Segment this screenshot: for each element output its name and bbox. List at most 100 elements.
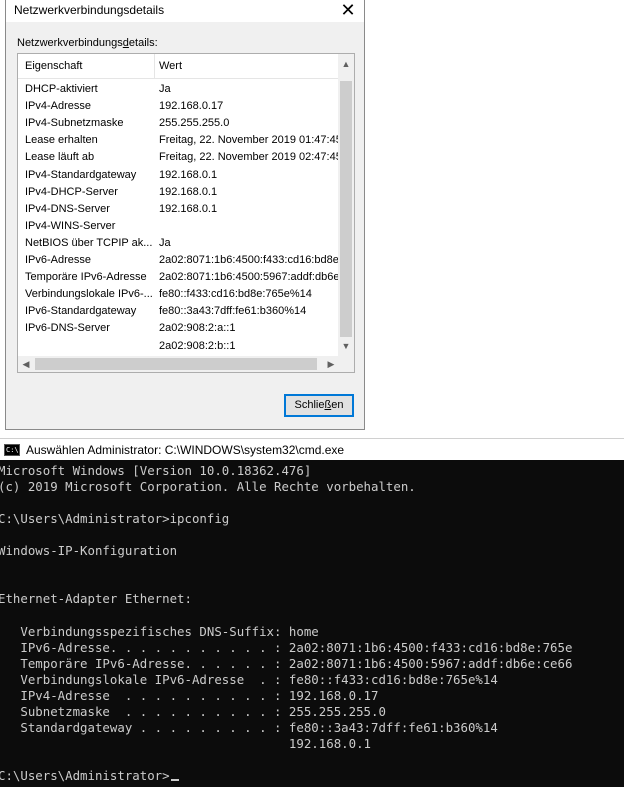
property-value: 2a02:8071:1b6:4500:5967:addf:db6e [159, 271, 339, 284]
property-value: 192.168.0.17 [159, 100, 224, 113]
scroll-down-icon[interactable]: ▼ [338, 338, 354, 354]
vertical-scroll-thumb[interactable] [340, 81, 352, 337]
property-value: Freitag, 22. November 2019 01:47:45 [159, 134, 339, 147]
property-name: IPv4-WINS-Server [25, 219, 116, 232]
scroll-up-icon[interactable]: ▲ [338, 56, 354, 72]
property-name: Lease erhalten [25, 134, 98, 147]
list-item[interactable]: Temporäre IPv6-Adresse 2a02:8071:1b6:4500… [18, 269, 339, 286]
property-value: 192.168.0.1 [159, 202, 218, 215]
console-line: Windows-IP-Konfiguration [0, 543, 177, 559]
console-line: C:\Users\Administrator>ipconfig [0, 511, 229, 527]
list-item[interactable]: Lease läuft ab Freitag, 22. November 2019… [18, 149, 339, 166]
console-line-text: Windows-IP-Konfiguration [0, 543, 178, 559]
console-line: Temporäre IPv6-Adresse. . . . . . : 2a02… [0, 656, 572, 672]
details-list-content: Eigenschaft Wert DHCP-aktiviert Ja IPv4-Ad… [18, 54, 339, 356]
property-name: IPv4-Adresse [25, 100, 92, 113]
vertical-scrollbar[interactable]: ▲ ▼ [338, 54, 354, 356]
console-line: C:\Users\Administrator> [0, 768, 179, 784]
list-item[interactable]: IPv6-DNS-Server 2a02:908:2:a::1 [18, 320, 339, 337]
console-line-text: Temporäre IPv6-Adresse. . . . . . : 2a02… [0, 655, 573, 671]
list-item[interactable]: 2a02:908:2:b::1 [18, 338, 339, 355]
horizontal-scroll-thumb[interactable] [35, 358, 317, 370]
console-line-text: 192.168.0.1 [0, 735, 371, 751]
horizontal-scrollbar[interactable]: ◀ ▶ [18, 356, 339, 372]
list-item[interactable]: Lease erhalten Freitag, 22. November 2019… [18, 132, 339, 149]
list-item[interactable]: IPv4-DHCP-Server 192.168.0.1 [18, 184, 339, 201]
console-line-text: Verbindungslokale IPv6-Adresse . : fe80:… [0, 671, 498, 687]
dialog-titlebar[interactable]: Netzwerkverbindungsdetails ✕ [6, 0, 364, 22]
console-line: Ethernet-Adapter Ethernet: [0, 591, 192, 607]
property-name: IPv4-DHCP-Server [25, 185, 118, 198]
property-name: IPv4-Standardgateway [25, 168, 137, 181]
list-item[interactable]: DHCP-aktiviert Ja [18, 81, 339, 98]
console-line: Verbindungsspezifisches DNS-Suffix: home [0, 624, 318, 640]
property-value: 2a02:908:2:b::1 [159, 339, 236, 352]
console-line: IPv6-Adresse. . . . . . . . . . . : 2a02… [0, 640, 572, 656]
list-item[interactable]: IPv4-DNS-Server 192.168.0.1 [18, 201, 339, 218]
property-name: Lease läuft ab [25, 151, 95, 164]
scroll-right-icon[interactable]: ▶ [323, 356, 339, 372]
property-name: IPv6-Standardgateway [25, 305, 137, 318]
console-line-text: Standardgateway . . . . . . . . . : fe80… [0, 719, 498, 735]
property-name: IPv6-DNS-Server [25, 322, 110, 335]
console-line-text: (c) 2019 Microsoft Corporation. Alle Rec… [0, 479, 416, 495]
property-name: IPv4-Subnetzmaske [25, 117, 124, 130]
details-listview[interactable]: Eigenschaft Wert DHCP-aktiviert Ja IPv4-Ad… [17, 53, 355, 373]
list-item[interactable]: IPv6-Adresse 2a02:8071:1b6:4500:f433:cd16… [18, 252, 339, 269]
list-item[interactable]: IPv4-WINS-Server [18, 218, 339, 235]
console-line-text: IPv6-Adresse. . . . . . . . . . . : 2a02… [0, 639, 573, 655]
console-line: Verbindungslokale IPv6-Adresse . : fe80:… [0, 671, 498, 688]
cmd-console[interactable]: Microsoft Windows [Version 10.0.18362.47… [0, 460, 624, 787]
section-label: Netzwerkverbindungsdetails: [17, 37, 158, 49]
property-name: Verbindungslokale IPv6-... [25, 288, 152, 301]
console-line-text: Ethernet-Adapter Ethernet: [0, 591, 192, 607]
scroll-left-icon[interactable]: ◀ [18, 356, 34, 372]
scrollbar-corner [338, 356, 354, 372]
console-line-text: IPv4-Adresse . . . . . . . . . . : 192.1… [0, 687, 379, 703]
network-details-dialog: Netzwerkverbindungsdetails ✕ Netzwerkver… [5, 0, 365, 430]
property-value: 2a02:8071:1b6:4500:f433:cd16:bd8e [159, 254, 339, 266]
console-line: Subnetzmaske . . . . . . . . . . : 255.2… [0, 704, 386, 720]
list-item[interactable]: IPv4-Standardgateway 192.168.0.1 [18, 167, 339, 184]
column-separator[interactable] [154, 54, 155, 78]
text-cursor [170, 778, 179, 781]
property-value: Ja [159, 236, 171, 249]
close-button-post: en [331, 399, 344, 411]
list-item[interactable]: NetBIOS über TCPIP ak... Ja [18, 235, 339, 252]
console-line-text: Microsoft Windows [Version 10.0.18362.47… [0, 463, 312, 478]
property-value: fe80::3a43:7dff:fe61:b360%14 [159, 305, 307, 318]
property-name: NetBIOS über TCPIP ak... [25, 236, 152, 249]
list-item[interactable]: IPv4-Adresse 192.168.0.17 [18, 98, 339, 115]
list-header: Eigenschaft Wert [18, 54, 339, 79]
cmd-titlebar[interactable]: C:\ Auswählen Administrator: C:\WINDOWS\… [0, 438, 624, 461]
console-line: IPv4-Adresse . . . . . . . . . . : 192.1… [0, 688, 378, 704]
property-name: DHCP-aktiviert [25, 83, 98, 95]
cmd-window-title: Auswählen Administrator: C:\WINDOWS\syst… [26, 443, 345, 457]
section-label-pre: Netzwerkverbindungs [17, 37, 123, 49]
property-value: 192.168.0.1 [159, 168, 218, 181]
list-item[interactable]: Verbindungslokale IPv6-... fe80::f433:cd1… [18, 286, 339, 303]
property-value: 192.168.0.1 [159, 185, 218, 198]
console-line-text: C:\Users\Administrator> [0, 767, 170, 783]
console-line: 192.168.0.1 [0, 736, 371, 752]
console-line: (c) 2019 Microsoft Corporation. Alle Rec… [0, 479, 416, 495]
column-header-value[interactable]: Wert [159, 60, 182, 72]
close-icon[interactable]: ✕ [338, 0, 358, 21]
property-value: Freitag, 22. November 2019 02:47:45 [159, 151, 339, 164]
property-value: 255.255.255.0 [159, 117, 230, 130]
list-item[interactable]: IPv6-Standardgateway fe80::3a43:7dff:fe61… [18, 303, 339, 320]
console-line: Standardgateway . . . . . . . . . : fe80… [0, 719, 498, 736]
section-label-post: etails: [128, 37, 158, 49]
close-button[interactable]: Schließen [284, 394, 354, 417]
property-name: Temporäre IPv6-Adresse [25, 271, 147, 284]
list-item[interactable]: IPv4-Subnetzmaske 255.255.255.0 [18, 115, 339, 132]
property-value: fe80::f433:cd16:bd8e:765e%14 [159, 288, 312, 301]
console-line-text: C:\Users\Administrator>ipconfig [0, 511, 230, 527]
property-value: Ja [159, 83, 171, 95]
property-name: IPv6-Adresse [25, 254, 92, 266]
console-line-text: Subnetzmaske . . . . . . . . . . : 255.2… [0, 703, 386, 719]
cmd-icon: C:\ [4, 444, 20, 456]
close-button-pre: Schlie [294, 399, 325, 411]
column-header-property[interactable]: Eigenschaft [25, 60, 82, 72]
property-value: 2a02:908:2:a::1 [159, 322, 236, 335]
